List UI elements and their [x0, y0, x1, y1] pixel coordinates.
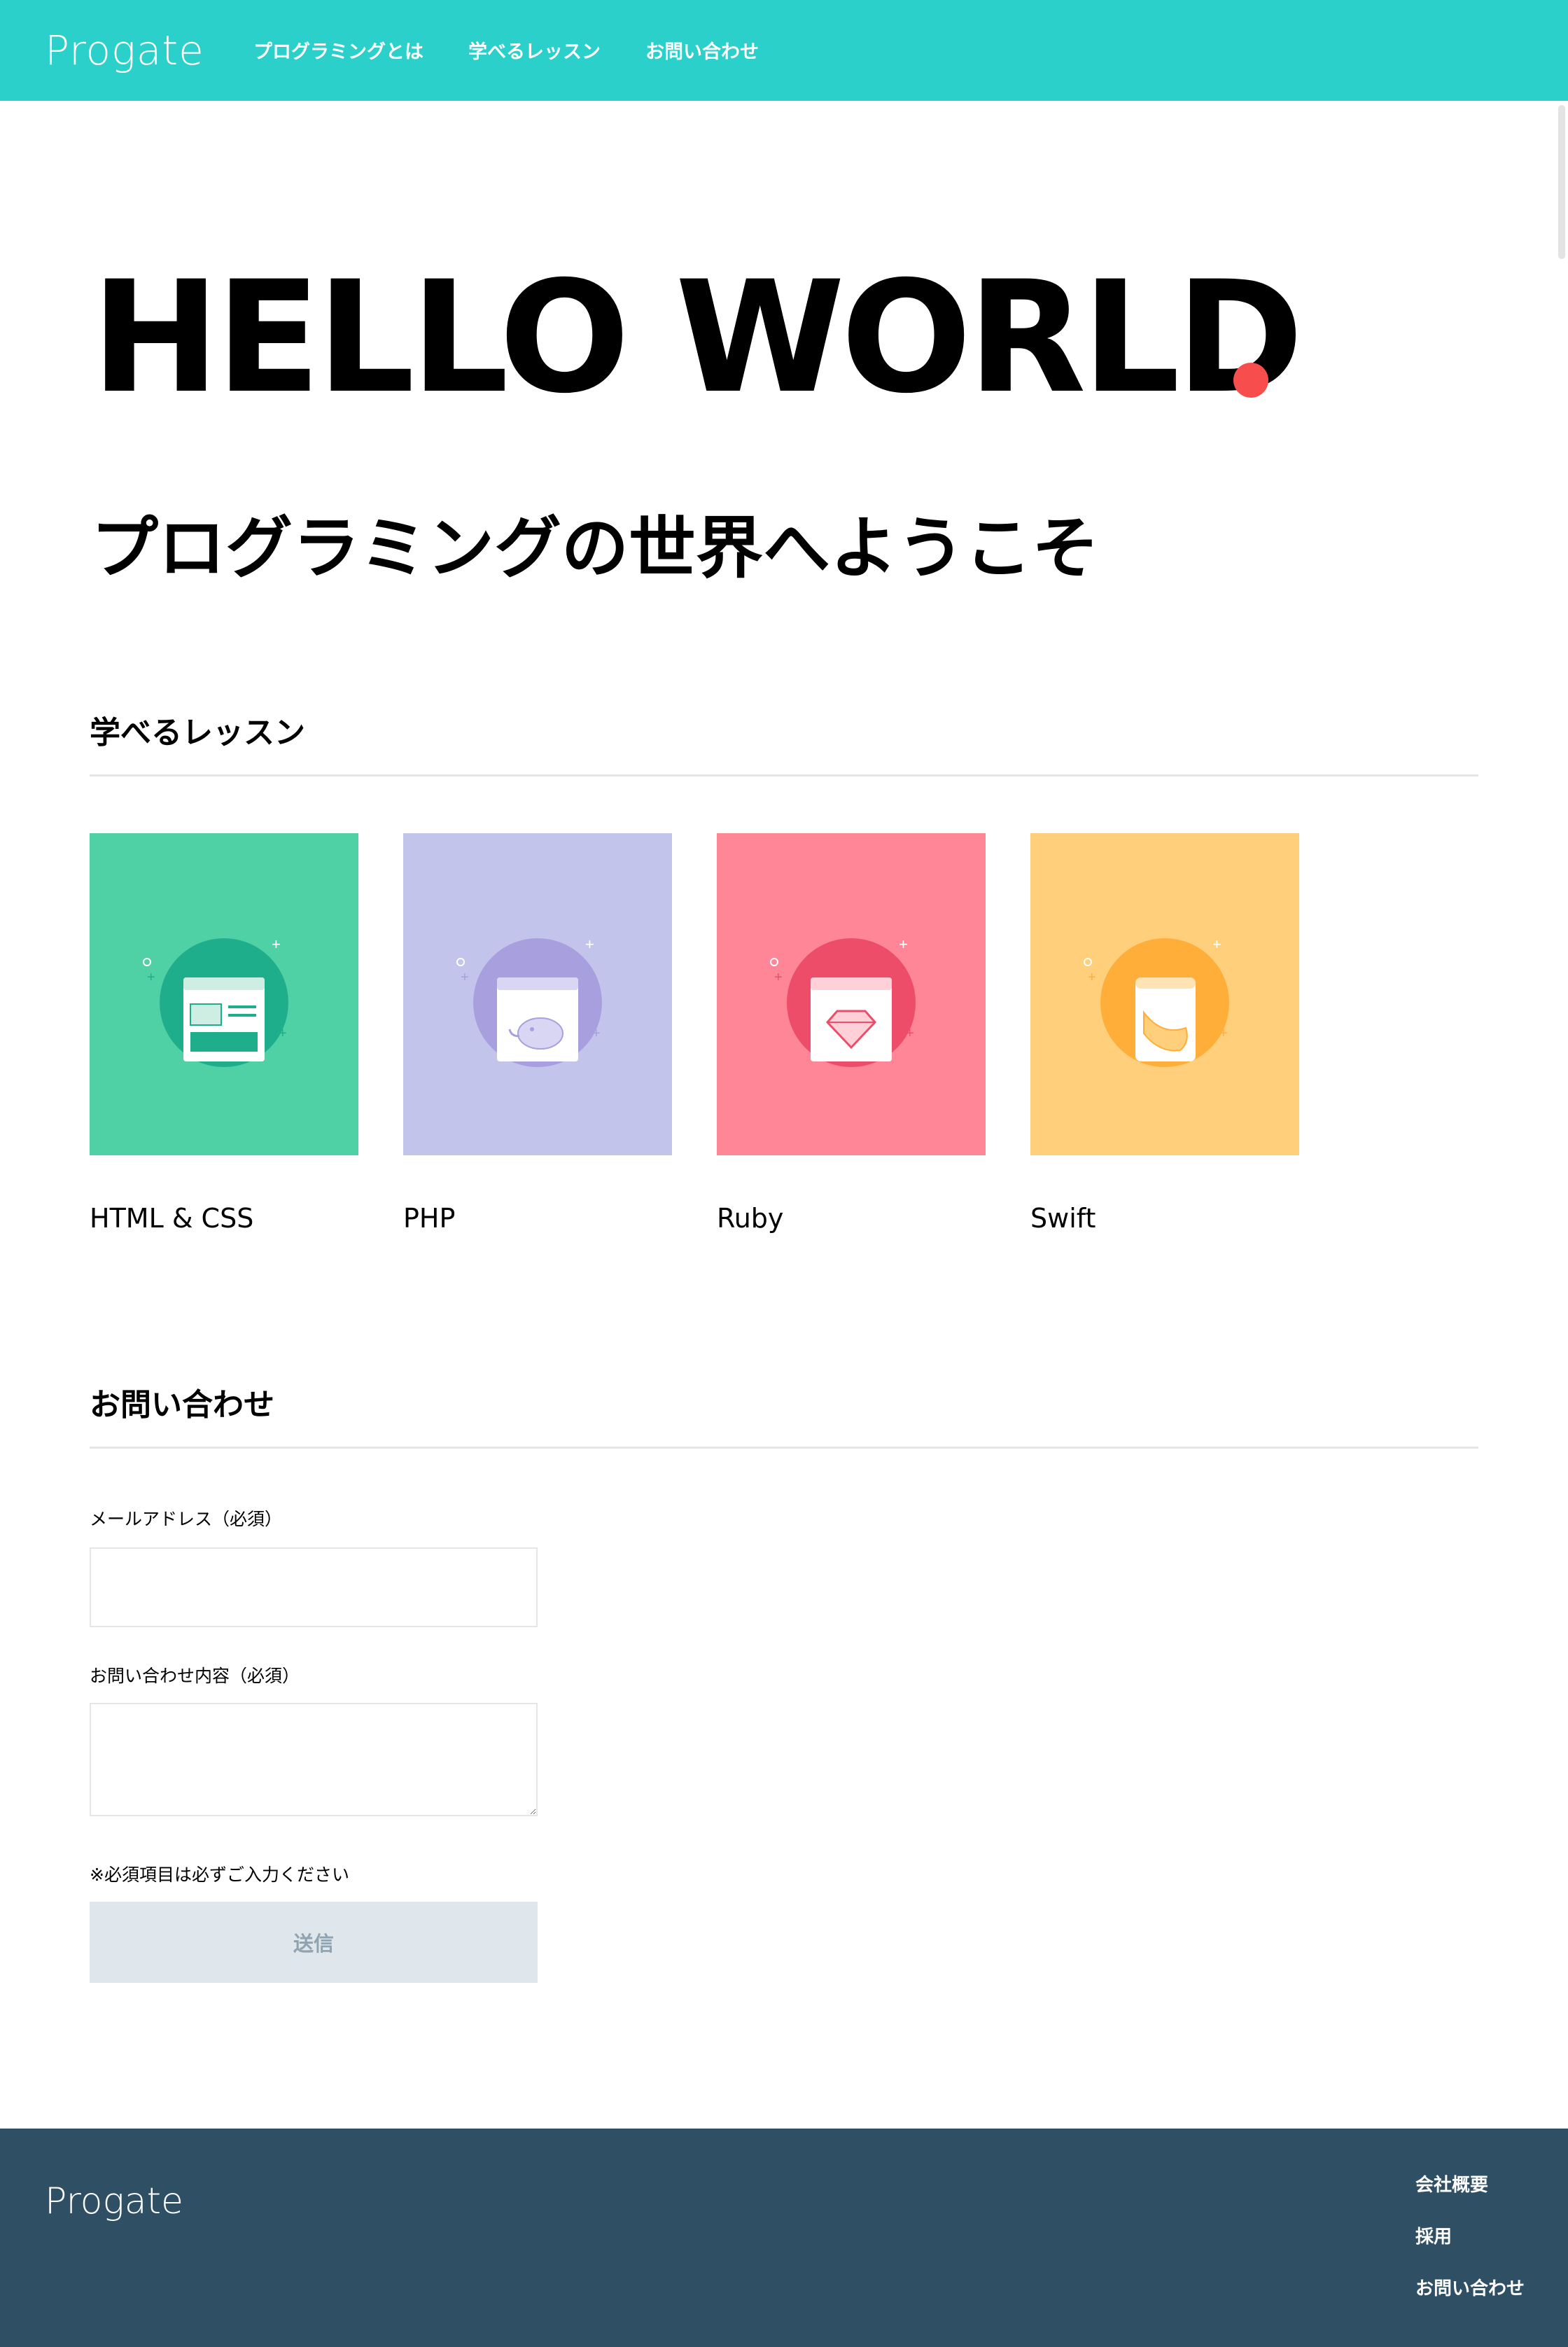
- hero-dot: [1233, 363, 1268, 398]
- message-label: お問い合わせ内容（必須）: [90, 1666, 300, 1686]
- ruby-gem-icon: + + +: [717, 833, 986, 1155]
- site-header: Progate プログラミングとは 学べるレッスン お問い合わせ: [0, 0, 1568, 101]
- browser-layout-icon: + + +: [90, 833, 358, 1155]
- lessons-divider: [90, 774, 1478, 776]
- svg-text:+: +: [272, 935, 281, 953]
- footer-link-company[interactable]: 会社概要: [1415, 2175, 1525, 2196]
- svg-text:+: +: [906, 1026, 914, 1041]
- lesson-thumbnail: + + +: [90, 833, 358, 1155]
- svg-text:+: +: [461, 970, 469, 985]
- lesson-card-ruby[interactable]: + + + Ruby: [717, 833, 986, 1234]
- nav-link-lessons[interactable]: 学べるレッスン: [468, 36, 601, 64]
- svg-text:+: +: [899, 935, 908, 953]
- nav-link-about-programming[interactable]: プログラミングとは: [253, 36, 424, 64]
- email-label: メールアドレス（必須）: [90, 1509, 283, 1529]
- lesson-name: Swift: [1030, 1203, 1096, 1234]
- header-logo[interactable]: Progate: [45, 27, 204, 74]
- lesson-thumbnail: + + +: [717, 833, 986, 1155]
- message-textarea[interactable]: [90, 1703, 538, 1816]
- svg-text:+: +: [1088, 970, 1096, 985]
- svg-text:+: +: [1219, 1026, 1228, 1041]
- svg-text:+: +: [1212, 935, 1222, 953]
- hero-subtitle: プログラミングの世界へようこそ: [91, 509, 1099, 587]
- site-footer: Progate 会社概要 採用 お問い合わせ: [0, 2129, 1568, 2347]
- lesson-thumbnail: + + +: [1030, 833, 1299, 1155]
- elephant-icon: + + +: [403, 833, 672, 1155]
- lesson-card-swift[interactable]: + + + Swift: [1030, 833, 1299, 1234]
- lesson-name: PHP: [403, 1203, 456, 1234]
- lesson-card-php[interactable]: + + + PHP: [403, 833, 672, 1234]
- footer-link-contact[interactable]: お問い合わせ: [1415, 2278, 1525, 2299]
- lesson-name: Ruby: [717, 1203, 784, 1234]
- svg-text:+: +: [585, 935, 594, 953]
- svg-text:+: +: [279, 1026, 287, 1041]
- required-note: ※必須項目は必ずご入力ください: [90, 1865, 349, 1885]
- lesson-name: HTML & CSS: [90, 1203, 254, 1234]
- footer-link-careers[interactable]: 採用: [1415, 2227, 1525, 2248]
- svg-text:+: +: [147, 970, 155, 985]
- svg-text:+: +: [592, 1026, 601, 1041]
- footer-links: 会社概要 採用 お問い合わせ: [1415, 2175, 1525, 2299]
- page-scrollbar[interactable]: [1558, 105, 1565, 259]
- lessons-heading: 学べるレッスン: [90, 715, 305, 751]
- swift-bird-icon: + + +: [1030, 833, 1299, 1155]
- hero-title: HELLO WORLD: [91, 248, 1303, 427]
- contact-divider: [90, 1447, 1478, 1449]
- submit-button[interactable]: 送信: [90, 1902, 538, 1983]
- email-field[interactable]: [90, 1547, 538, 1627]
- footer-logo[interactable]: Progate: [45, 2180, 183, 2222]
- header-nav: プログラミングとは 学べるレッスン お問い合わせ: [253, 36, 759, 64]
- lesson-thumbnail: + + +: [403, 833, 672, 1155]
- nav-link-contact[interactable]: お問い合わせ: [645, 36, 759, 64]
- svg-text:+: +: [774, 970, 783, 985]
- contact-heading: お問い合わせ: [90, 1387, 274, 1423]
- lesson-card-html-css[interactable]: + + + HTML & CSS: [90, 833, 358, 1234]
